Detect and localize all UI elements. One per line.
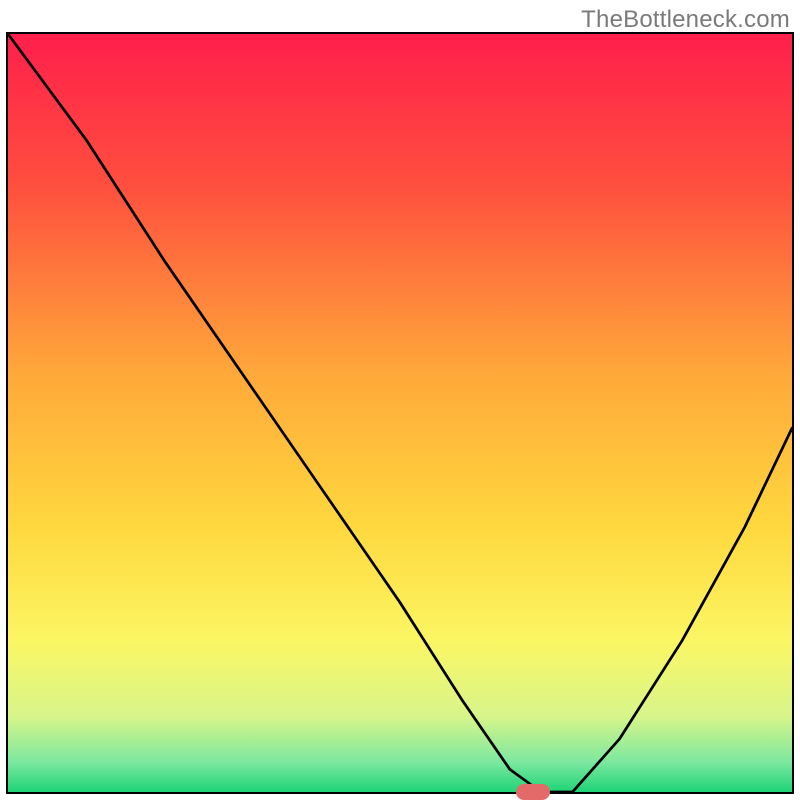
bottleneck-curve [8, 34, 792, 792]
optimal-point-marker [516, 784, 550, 800]
curve-path [8, 34, 792, 792]
watermark-text: TheBottleneck.com [581, 6, 790, 34]
chart-frame [6, 32, 794, 794]
